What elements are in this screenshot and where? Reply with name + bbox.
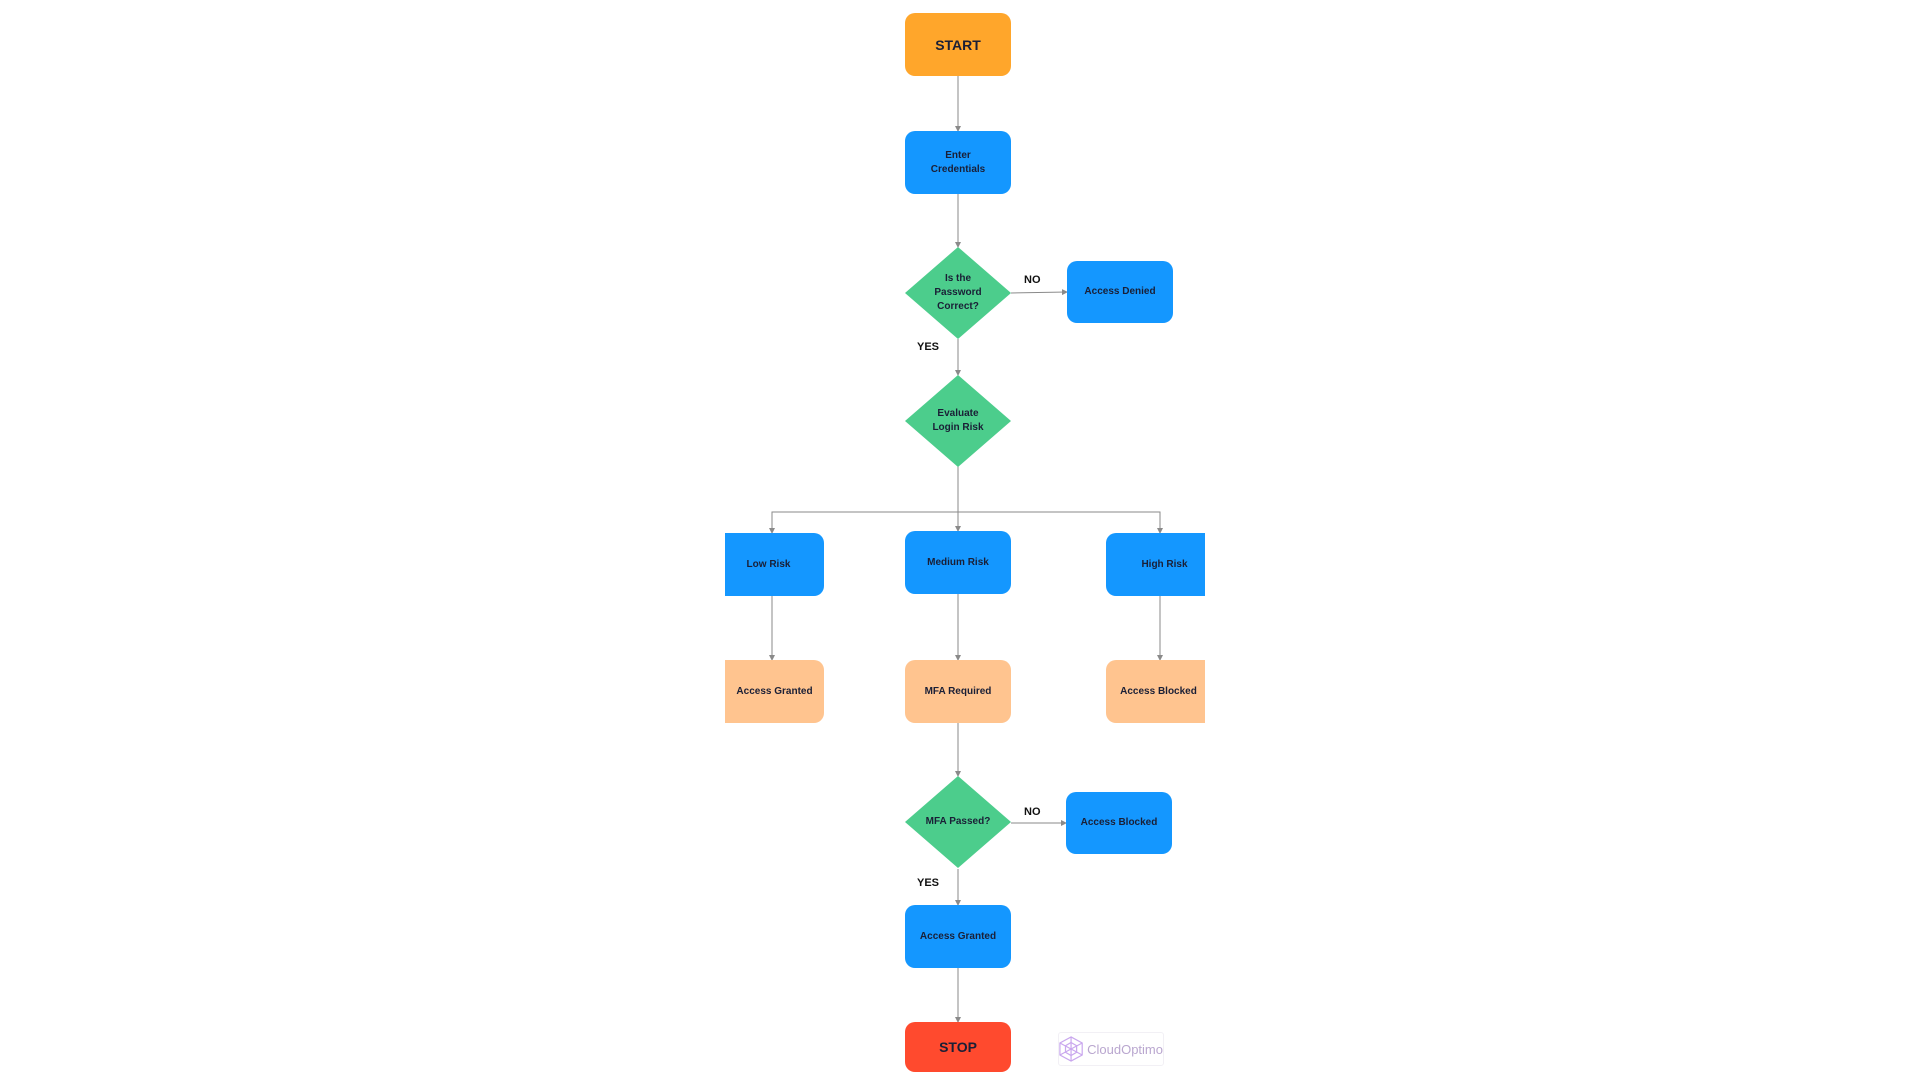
low-access-granted-label: Access Granted [736,685,813,697]
password-no-label: NO [1024,274,1041,286]
cloudoptimo-watermark: CloudOptimo [1058,1032,1164,1066]
high-risk-node[interactable]: High Risk [1106,533,1205,596]
access-denied-node[interactable]: Access Denied [1067,261,1173,323]
enter-credentials-label-line1: Enter [945,149,971,161]
high-access-blocked-node[interactable]: Access Blocked [1106,660,1205,723]
final-access-granted-node[interactable]: Access Granted [905,905,1011,968]
start-node[interactable]: START [905,13,1011,76]
mfa-check-label: MFA Passed? [925,816,991,827]
mfa-no-label: NO [1024,806,1041,818]
medium-risk-label: Medium Risk [927,556,989,568]
start-label: START [935,36,981,53]
evaluate-risk-label: Evaluate Login Risk [932,408,984,433]
stop-label: STOP [939,1039,977,1055]
edge-risk-to-high [958,511,1163,534]
final-access-granted-label: Access Granted [919,930,997,942]
low-risk-label: Low Risk [746,558,791,570]
enter-credentials-node[interactable]: Enter Credentials [905,131,1011,194]
access-denied-label: Access Denied [1084,286,1156,297]
mfa-access-blocked-label: Access Blocked [1080,817,1158,828]
mfa-required-label: MFA Required [924,685,992,697]
medium-risk-node[interactable]: Medium Risk [905,531,1011,594]
mfa-required-node[interactable]: MFA Required [905,660,1011,723]
password-yes-label: YES [917,341,940,353]
high-risk-label: High Risk [1141,558,1188,570]
cube-logo-icon [1059,1036,1083,1062]
password-check-decision[interactable]: Is the Password Correct? [905,247,1011,339]
enter-credentials-label-line2: Credentials [930,163,986,175]
mfa-yes-label: YES [917,877,940,889]
watermark-text: CloudOptimo [1087,1041,1163,1057]
edge-password-no [1010,289,1068,296]
stop-node[interactable]: STOP [905,1022,1011,1072]
evaluate-risk-decision[interactable]: Evaluate Login Risk [905,375,1011,467]
edge-risk-to-low [769,511,958,534]
high-access-blocked-label: Access Blocked [1120,685,1197,697]
mfa-check-decision[interactable]: MFA Passed? [905,776,1011,868]
low-access-granted-node[interactable]: Access Granted [725,660,824,723]
password-check-label: Is the Password Correct? [934,273,982,312]
low-risk-node[interactable]: Low Risk [725,533,824,596]
mfa-access-blocked-node[interactable]: Access Blocked [1066,792,1172,854]
